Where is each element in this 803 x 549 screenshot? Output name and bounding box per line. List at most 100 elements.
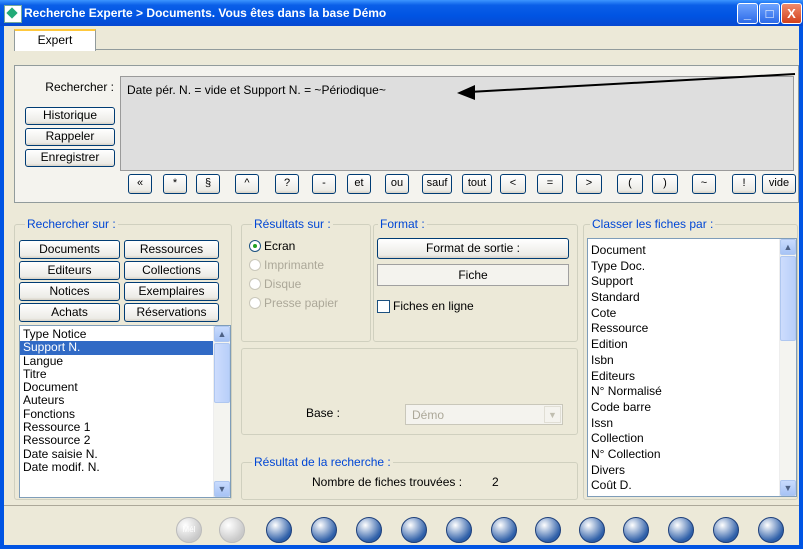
radio-label: Presse papier [264, 296, 339, 310]
operator-button[interactable]: sauf [422, 174, 452, 194]
refresh-icon[interactable] [446, 517, 472, 543]
field-list-item[interactable]: Ressource 1 [20, 420, 213, 434]
operator-button[interactable]: « [128, 174, 152, 194]
sort-list-item[interactable]: Standard [588, 290, 779, 306]
operator-button[interactable]: ou [385, 174, 409, 194]
chevron-down-icon[interactable]: ▼ [544, 406, 561, 423]
results-option-ecran[interactable]: Ecran [249, 239, 295, 253]
historique-button[interactable]: Historique [25, 107, 115, 125]
operator-button[interactable]: § [196, 174, 220, 194]
sort-list-item[interactable]: Editeurs [588, 369, 779, 385]
inline-checkbox[interactable] [377, 300, 390, 313]
sort-by-list[interactable]: Document Type Doc. Support Standard Cote Ress… [587, 238, 797, 497]
maximize-button[interactable]: □ [759, 3, 780, 24]
operator-button[interactable]: vide [762, 174, 796, 194]
title-bar[interactable]: Recherche Experte > Documents. Vous êtes… [0, 0, 803, 26]
operator-button[interactable]: et [347, 174, 371, 194]
operator-button[interactable]: ~ [692, 174, 716, 194]
radio-label: Imprimante [264, 258, 325, 272]
arrow-annotation [457, 73, 796, 100]
scroll-down-icon[interactable]: ▼ [214, 481, 230, 497]
search-on-exemplaires-button[interactable]: Exemplaires [124, 282, 219, 301]
scroll-thumb[interactable] [214, 343, 230, 403]
sort-list-item[interactable]: Cote [588, 306, 779, 322]
field-list-item[interactable]: Auteurs [20, 394, 213, 407]
operator-button[interactable]: tout [462, 174, 492, 194]
sort-list-item[interactable]: Collection [588, 431, 779, 447]
scroll-up-icon[interactable]: ▲ [214, 326, 230, 342]
format-value-field[interactable]: Fiche [377, 264, 569, 286]
help-icon[interactable] [758, 517, 784, 543]
minimize-button[interactable]: _ [737, 3, 758, 24]
radio-icon[interactable] [249, 259, 261, 271]
search-on-ressources-button[interactable]: Ressources [124, 240, 219, 259]
book-icon[interactable] [668, 517, 694, 543]
field-list-item[interactable]: Document [20, 381, 213, 394]
export-icon[interactable] [535, 517, 561, 543]
close-window-button[interactable]: X [781, 3, 802, 24]
sort-list-item[interactable]: N° Normalisé [588, 384, 779, 400]
radio-icon[interactable] [249, 278, 261, 290]
result-legend: Résultat de la recherche : [252, 455, 393, 469]
base-select[interactable]: Démo ▼ [405, 404, 563, 425]
sort-list-item[interactable]: Issn [588, 416, 779, 432]
close-icon[interactable] [713, 517, 739, 543]
operator-button[interactable]: > [576, 174, 602, 194]
abc-icon[interactable] [401, 517, 427, 543]
operator-button[interactable]: ! [732, 174, 756, 194]
results-on-legend: Résultats sur : [252, 217, 333, 231]
sort-list-scrollbar[interactable]: ▲ ▼ [779, 239, 796, 496]
tab-expert[interactable]: Expert [14, 29, 96, 51]
sort-list-item[interactable]: Code barre [588, 400, 779, 416]
search-on-achats-button[interactable]: Achats [19, 303, 120, 322]
eye-icon[interactable] [311, 517, 337, 543]
field-list-item[interactable]: Date modif. N. [20, 460, 213, 474]
operator-button[interactable]: < [500, 174, 526, 194]
operator-button[interactable]: - [312, 174, 336, 194]
rappeler-button[interactable]: Rappeler [25, 128, 115, 146]
field-list-item[interactable]: Langue [20, 354, 213, 368]
operator-button[interactable]: ^ [235, 174, 259, 194]
gear-icon[interactable] [266, 517, 292, 543]
radio-label: Ecran [264, 239, 296, 253]
operator-button[interactable]: = [537, 174, 563, 194]
field-list-item[interactable]: Date saisie N. [20, 447, 213, 461]
sort-list-item[interactable]: Document [588, 243, 779, 259]
field-list-item[interactable]: Support N. [20, 341, 213, 355]
search-on-editeurs-button[interactable]: Editeurs [19, 261, 120, 280]
sort-list-item[interactable]: Divers [588, 463, 779, 479]
shuffle-icon[interactable] [356, 517, 382, 543]
scroll-down-icon[interactable]: ▼ [780, 480, 796, 496]
search-on-notices-button[interactable]: Notices [19, 282, 120, 301]
radio-icon[interactable] [249, 240, 261, 252]
field-list-scrollbar[interactable]: ▲ ▼ [213, 326, 230, 497]
operator-button[interactable]: ( [617, 174, 643, 194]
sort-list-item[interactable]: Support [588, 274, 779, 290]
field-list[interactable]: Type Notice Support N. Langue Titre Document… [19, 325, 231, 498]
search-on-collections-button[interactable]: Collections [124, 261, 219, 280]
trash-icon[interactable] [623, 517, 649, 543]
grid-icon[interactable] [491, 517, 517, 543]
scroll-up-icon[interactable]: ▲ [780, 239, 796, 255]
field-list-item[interactable]: Fonctions [20, 407, 213, 421]
field-list-item[interactable]: Type Notice [20, 327, 213, 341]
operator-button[interactable]: ) [652, 174, 678, 194]
search-on-documents-button[interactable]: Documents [19, 240, 120, 259]
sort-list-item[interactable]: N° Collection [588, 447, 779, 463]
sort-list-item[interactable]: Edition [588, 337, 779, 353]
enregistrer-button[interactable]: Enregistrer [25, 149, 115, 167]
operator-button[interactable]: * [163, 174, 187, 194]
merge-icon: Mél [176, 517, 202, 543]
sort-list-item[interactable]: Type Doc. [588, 259, 779, 275]
radio-icon[interactable] [249, 297, 261, 309]
sort-list-item[interactable]: Coût D. [588, 478, 779, 494]
output-format-button[interactable]: Format de sortie : [377, 238, 569, 259]
sort-list-item[interactable]: Ressource [588, 321, 779, 337]
field-list-item[interactable]: Titre [20, 367, 213, 381]
import-icon[interactable] [579, 517, 605, 543]
scroll-thumb[interactable] [780, 256, 796, 341]
sort-list-item[interactable]: Isbn [588, 353, 779, 369]
search-on-rservations-button[interactable]: Réservations [124, 303, 219, 322]
operator-button[interactable]: ? [275, 174, 299, 194]
field-list-item[interactable]: Ressource 2 [20, 434, 213, 447]
